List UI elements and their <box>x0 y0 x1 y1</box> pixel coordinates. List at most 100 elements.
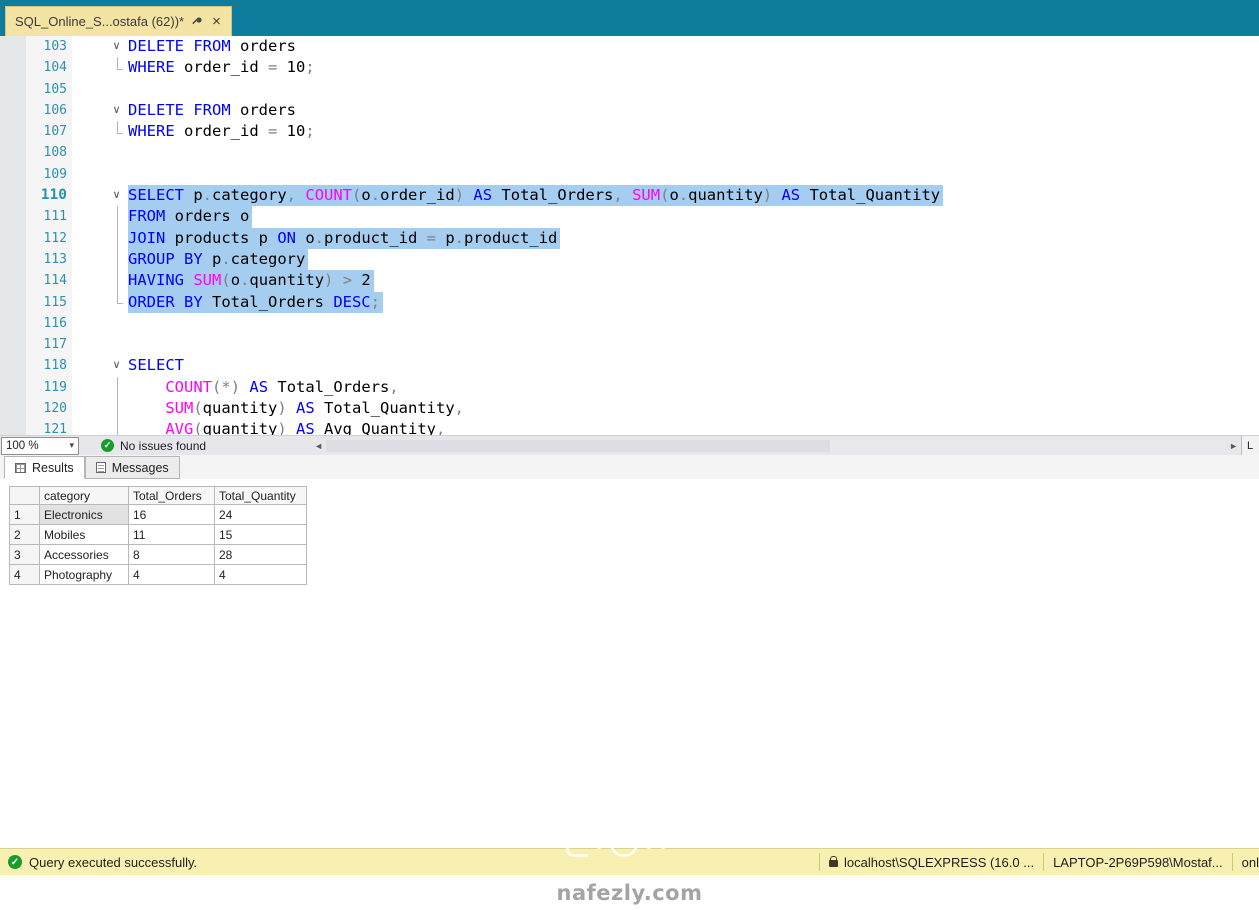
code-text: DELETE FROM orders <box>128 100 296 121</box>
fold-margin: ∨ <box>72 100 128 121</box>
line-number: 112 <box>26 228 72 249</box>
fold-margin <box>72 121 128 142</box>
grid-cell[interactable]: 15 <box>215 525 307 545</box>
code-line[interactable]: 121 AVG(quantity) AS Avg_Quantity, <box>0 419 1259 435</box>
fold-margin <box>72 142 128 163</box>
tab-results-label: Results <box>32 461 74 475</box>
fold-collapse-icon[interactable]: ∨ <box>109 100 124 120</box>
column-header[interactable]: Total_Quantity <box>215 487 307 505</box>
server-name: localhost\SQLEXPRESS (16.0 ... <box>844 855 1034 870</box>
fold-collapse-icon[interactable]: ∨ <box>109 185 124 205</box>
code-line[interactable]: 113GROUP BY p.category <box>0 249 1259 270</box>
status-message: Query executed successfully. <box>29 855 197 870</box>
code-text: WHERE order_id = 10; <box>128 57 315 78</box>
line-number: 106 <box>26 100 72 121</box>
line-number: 118 <box>26 355 72 376</box>
health-indicator[interactable]: ✓ No issues found <box>101 439 206 453</box>
fold-margin <box>72 206 128 227</box>
fold-margin <box>72 292 128 313</box>
table-row: 4Photography44 <box>10 565 307 585</box>
sql-editor[interactable]: 103∨DELETE FROM orders104WHERE order_id … <box>0 36 1259 435</box>
code-line[interactable]: 118∨SELECT <box>0 355 1259 376</box>
row-header[interactable]: 3 <box>10 545 40 565</box>
document-tab-title: SQL_Online_S...ostafa (62))* <box>15 14 184 29</box>
grid-cell[interactable]: Electronics <box>40 505 129 525</box>
code-line[interactable]: 106 ∨DELETE FROM orders <box>0 100 1259 121</box>
watermark-strip: nafezly.com <box>0 875 1259 910</box>
tab-messages[interactable]: Messages <box>85 456 180 479</box>
success-check-icon: ✓ <box>8 855 22 869</box>
fold-collapse-icon[interactable]: ∨ <box>109 355 124 375</box>
code-text: JOIN products p ON o.product_id = p.prod… <box>128 228 560 249</box>
indicator-margin <box>0 164 26 185</box>
table-row: 3Accessories828 <box>10 545 307 565</box>
grid-cell[interactable]: 28 <box>215 545 307 565</box>
pin-icon[interactable] <box>192 16 203 27</box>
code-line[interactable]: 108 <box>0 142 1259 163</box>
status-bar-right: localhost\SQLEXPRESS (16.0 ... LAPTOP-2P… <box>810 849 1259 875</box>
fold-margin <box>72 377 128 398</box>
chevron-down-icon: ▾ <box>69 440 74 451</box>
row-header[interactable]: 4 <box>10 565 40 585</box>
grid-cell[interactable]: 11 <box>129 525 215 545</box>
fold-margin <box>72 398 128 419</box>
results-grid-area: categoryTotal_OrdersTotal_Quantity 1Elec… <box>0 479 1259 848</box>
tab-messages-label: Messages <box>112 461 169 475</box>
code-line[interactable]: 120 SUM(quantity) AS Total_Quantity, <box>0 398 1259 419</box>
fold-margin <box>72 164 128 185</box>
grid-cell[interactable]: 4 <box>129 565 215 585</box>
code-line[interactable]: 114HAVING SUM(o.quantity) > 2 <box>0 270 1259 291</box>
line-number: 111 <box>26 206 72 227</box>
code-text: AVG(quantity) AS Avg_Quantity, <box>128 419 445 435</box>
code-line[interactable]: 112 JOIN products p ON o.product_id = p.p… <box>0 228 1259 249</box>
grid-cell[interactable]: 24 <box>215 505 307 525</box>
code-line[interactable]: 107WHERE order_id = 10; <box>0 121 1259 142</box>
grid-cell[interactable]: 4 <box>215 565 307 585</box>
close-icon[interactable]: × <box>211 14 222 29</box>
indicator-margin <box>0 121 26 142</box>
code-line[interactable]: 117 <box>0 334 1259 355</box>
zoom-dropdown[interactable]: 100 % ▾ <box>1 437 79 455</box>
row-header[interactable]: 2 <box>10 525 40 545</box>
fold-margin: ∨ <box>72 185 128 206</box>
horizontal-scrollbar[interactable]: ◄ ► <box>311 436 1241 455</box>
scroll-right-icon[interactable]: ► <box>1226 441 1241 451</box>
code-line[interactable]: 115ORDER BY Total_Orders DESC; <box>0 292 1259 313</box>
grid-icon <box>15 463 26 473</box>
grid-cell[interactable]: Mobiles <box>40 525 129 545</box>
line-number: 121 <box>26 419 72 435</box>
scroll-left-icon[interactable]: ◄ <box>311 441 326 451</box>
code-text: SUM(quantity) AS Total_Quantity, <box>128 398 464 419</box>
line-number: 109 <box>26 164 72 185</box>
code-line[interactable]: 111 FROM orders o <box>0 206 1259 227</box>
code-line[interactable]: 105 <box>0 79 1259 100</box>
code-text: COUNT(*) AS Total_Orders, <box>128 377 399 398</box>
user-name: LAPTOP-2P69P598\Mostaf... <box>1053 855 1223 870</box>
code-line[interactable]: 109 <box>0 164 1259 185</box>
code-line[interactable]: 119 COUNT(*) AS Total_Orders, <box>0 377 1259 398</box>
status-bar: ✓ Query executed successfully. localhost… <box>0 848 1259 875</box>
line-number: 110 <box>26 185 72 206</box>
code-line[interactable]: 110∨SELECT p.category, COUNT(o.order_id)… <box>0 185 1259 206</box>
code-text: FROM orders o <box>128 206 252 227</box>
document-tab[interactable]: SQL_Online_S...ostafa (62))* × <box>5 6 232 36</box>
column-header[interactable]: category <box>40 487 129 505</box>
code-line[interactable]: 104WHERE order_id = 10; <box>0 57 1259 78</box>
grid-cell[interactable]: 16 <box>129 505 215 525</box>
column-header[interactable]: Total_Orders <box>129 487 215 505</box>
code-line[interactable]: 103∨DELETE FROM orders <box>0 36 1259 57</box>
grid-cell[interactable]: Photography <box>40 565 129 585</box>
indicator-margin <box>0 398 26 419</box>
scrollbar-track[interactable] <box>326 440 1226 452</box>
grid-cell[interactable]: 8 <box>129 545 215 565</box>
table-row: 1Electronics1624 <box>10 505 307 525</box>
fold-collapse-icon[interactable]: ∨ <box>109 36 124 56</box>
line-number: 117 <box>26 334 72 355</box>
grid-cell[interactable]: Accessories <box>40 545 129 565</box>
indicator-margin <box>0 79 26 100</box>
indicator-margin <box>0 185 26 206</box>
code-line[interactable]: 116 <box>0 313 1259 334</box>
grid-corner-cell[interactable] <box>10 487 40 505</box>
row-header[interactable]: 1 <box>10 505 40 525</box>
tab-results[interactable]: Results <box>4 456 85 479</box>
